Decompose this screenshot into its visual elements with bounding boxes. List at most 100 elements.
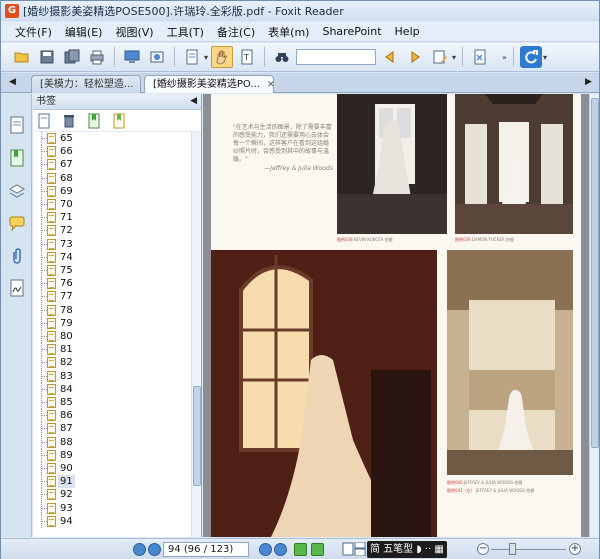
document-scroll-thumb[interactable] <box>591 98 599 448</box>
find-next-button[interactable] <box>404 46 426 68</box>
bookmark-scrollbar[interactable] <box>191 132 201 537</box>
bookmark-item[interactable]: 75 <box>33 264 192 277</box>
bookmark-options-icon[interactable] <box>36 113 52 129</box>
bookmark-item[interactable]: 78 <box>33 303 192 317</box>
document-view[interactable]: "在艺术与生活的图景，除了需要丰富的感受能力，我们还需要用心去体会每一个瞬间，这… <box>203 94 589 537</box>
add-bookmark-icon[interactable] <box>86 113 102 129</box>
bookmark-item[interactable]: 85 <box>33 396 192 409</box>
bookmark-item[interactable]: 74 <box>33 250 192 264</box>
bookmark-item[interactable]: 66 <box>33 145 192 159</box>
bookmark-item[interactable]: 84 <box>33 382 192 396</box>
bookmark-item[interactable]: 77 <box>33 290 192 304</box>
bookmark-page-icon <box>47 159 56 171</box>
bookmark-item[interactable]: 93 <box>33 501 192 515</box>
first-page-icon[interactable] <box>133 543 146 556</box>
comments-icon[interactable] <box>8 214 26 232</box>
printer-icon <box>90 50 104 65</box>
annotate-button[interactable] <box>429 46 451 68</box>
bookmark-item[interactable]: 83 <box>33 369 192 383</box>
menu-comments[interactable]: 备注(C) <box>217 24 255 40</box>
save-button[interactable] <box>36 46 58 68</box>
bookmark-item[interactable]: 73 <box>33 237 192 251</box>
hand-tool-button[interactable] <box>211 46 234 68</box>
bookmark-item[interactable]: 87 <box>33 422 192 436</box>
select-text-button[interactable]: T <box>236 46 258 68</box>
zoom-out-button[interactable]: − <box>477 543 489 555</box>
bookmark-item[interactable]: 71 <box>33 211 192 225</box>
previous-page-icon[interactable] <box>148 543 161 556</box>
tab-document-1[interactable]: [美模力：轻松塑造... <box>31 75 141 93</box>
bookmark-item[interactable]: 82 <box>33 356 192 370</box>
save-as-button[interactable] <box>61 46 83 68</box>
double-chevron-right-icon[interactable]: » <box>502 53 507 62</box>
forward-arrow-icon[interactable] <box>311 543 324 556</box>
zoom-slider-track[interactable] <box>491 549 566 550</box>
caption-3: 图例040 JEFFREY & JULIA WOODS 拍摄 <box>447 480 523 485</box>
bookmark-label: 85 <box>60 397 73 408</box>
menu-forms[interactable]: 表单(m) <box>268 24 309 40</box>
bookmark-item[interactable]: 65 <box>33 132 192 145</box>
bookmark-item[interactable]: 89 <box>33 448 192 462</box>
print-button[interactable] <box>86 46 108 68</box>
bookmark-item[interactable]: 72 <box>33 224 192 238</box>
bookmark-item[interactable]: 68 <box>33 171 192 185</box>
find-button[interactable] <box>271 46 293 68</box>
zoom-in-button[interactable]: + <box>569 543 581 555</box>
bookmark-list: 65 66 67 68 69 70 71 72 73 74 75 76 77 78 79 80 81 82 83 84… <box>33 132 192 537</box>
bookmark-icon[interactable] <box>8 149 26 167</box>
tab-scroll-left-icon[interactable]: ◀ <box>9 77 16 87</box>
close-icon[interactable]: ✕ <box>267 80 273 90</box>
open-button[interactable] <box>11 46 33 68</box>
collapse-panel-icon[interactable]: ◀ <box>190 94 197 109</box>
document-scrollbar[interactable] <box>589 94 599 537</box>
menu-tools[interactable]: 工具(T) <box>167 24 204 40</box>
update-button[interactable] <box>519 46 542 68</box>
bookmark-page-icon <box>47 146 56 158</box>
bookmark-item[interactable]: 70 <box>33 198 192 211</box>
snapshot-button[interactable] <box>146 46 168 68</box>
bookmark-page-icon <box>47 515 56 527</box>
chevron-down-icon[interactable]: ▾ <box>543 53 547 62</box>
bookmark-page-icon <box>47 199 56 210</box>
menu-file[interactable]: 文件(F) <box>15 24 52 40</box>
search-input[interactable] <box>296 49 377 65</box>
screen-button[interactable] <box>121 46 143 68</box>
page-number-input[interactable]: 94 (96 / 123) <box>163 542 249 557</box>
ime-status-bar[interactable]: 简 五笔型 ◗ ·· ▦ <box>367 541 447 558</box>
layers-icon[interactable] <box>8 182 26 200</box>
back-arrow-icon[interactable] <box>294 543 307 556</box>
chevron-down-icon[interactable]: ▾ <box>204 53 208 62</box>
bookmark-item[interactable]: 69 <box>33 184 192 198</box>
menu-sharepoint[interactable]: SharePoint <box>322 25 381 38</box>
bookmark-item[interactable]: 86 <box>33 409 192 423</box>
bookmark-item[interactable]: 90 <box>33 462 192 475</box>
bookmark-item[interactable]: 91 <box>33 475 192 489</box>
bookmark-item[interactable]: 76 <box>33 277 192 291</box>
chevron-down-icon[interactable]: ▾ <box>452 53 456 62</box>
find-previous-button[interactable] <box>379 46 401 68</box>
bookmark-item[interactable]: 88 <box>33 435 192 449</box>
properties-button[interactable] <box>469 46 491 68</box>
tab-document-2[interactable]: [婚纱摄影美姿精选PO... ✕ <box>144 75 274 93</box>
menu-view[interactable]: 视图(V) <box>115 24 153 40</box>
continuous-page-icon[interactable] <box>353 542 367 556</box>
signature-icon[interactable] <box>8 279 26 297</box>
zoom-slider-knob[interactable] <box>509 543 516 555</box>
bookmark-item[interactable]: 79 <box>33 316 192 330</box>
attachment-icon[interactable] <box>8 247 26 265</box>
bookmark-scroll-thumb[interactable] <box>193 386 201 486</box>
menu-edit[interactable]: 编辑(E) <box>65 24 103 40</box>
bookmark-item[interactable]: 81 <box>33 343 192 357</box>
bookmark-item[interactable]: 80 <box>33 330 192 343</box>
page-view-button[interactable] <box>181 46 203 68</box>
bookmark-item[interactable]: 67 <box>33 158 192 172</box>
expand-bookmark-icon[interactable] <box>111 113 127 129</box>
menu-help[interactable]: Help <box>395 25 420 38</box>
bookmark-item[interactable]: 94 <box>33 514 192 528</box>
delete-bookmark-icon[interactable] <box>61 113 77 129</box>
bookmark-item[interactable]: 92 <box>33 488 192 502</box>
next-page-icon[interactable] <box>259 543 272 556</box>
tab-scroll-right-icon[interactable]: ▶ <box>585 77 592 87</box>
last-page-icon[interactable] <box>274 543 287 556</box>
pages-icon[interactable] <box>8 116 26 134</box>
